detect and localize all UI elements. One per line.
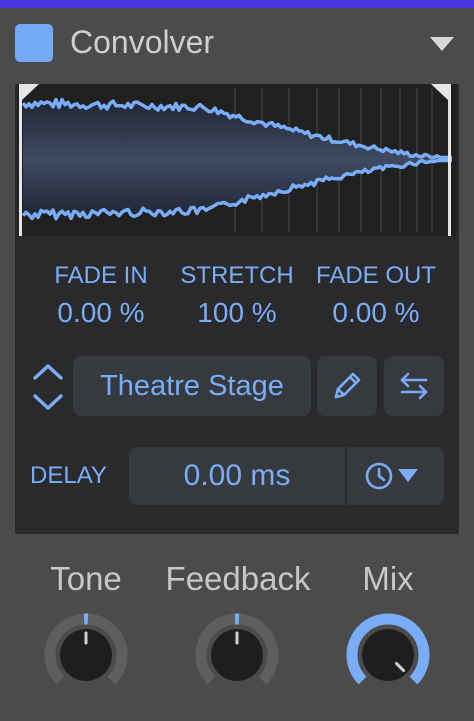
top-accent-bar — [0, 0, 474, 8]
edit-preset-button[interactable] — [317, 356, 377, 416]
stretch-control[interactable]: STRETCH 100 % — [173, 262, 301, 330]
tone-knob[interactable] — [43, 612, 129, 698]
mix-knob[interactable] — [345, 612, 431, 698]
stretch-value[interactable]: 100 % — [173, 296, 301, 330]
mix-label: Mix — [362, 560, 414, 597]
fade-in-label: FADE IN — [54, 262, 148, 289]
fade-in-value[interactable]: 0.00 % — [37, 296, 165, 330]
swap-button[interactable] — [384, 356, 444, 416]
fade-in-control[interactable]: FADE IN 0.00 % — [37, 262, 165, 330]
dropdown-triangle-icon — [398, 469, 418, 482]
clock-icon — [365, 462, 418, 490]
impulse-waveform[interactable] — [17, 84, 457, 236]
feedback-label: Feedback — [165, 560, 311, 597]
delay-label: DELAY — [30, 462, 107, 489]
feedback-knob[interactable] — [194, 612, 280, 698]
device-header: Convolver — [0, 8, 474, 78]
swap-arrows-icon — [400, 372, 428, 400]
fade-out-marker[interactable] — [448, 84, 451, 236]
device-title: Convolver — [70, 24, 215, 60]
delay-value-field[interactable]: 0.00 ms — [129, 447, 345, 505]
tone-label: Tone — [50, 560, 122, 597]
fade-out-control[interactable]: FADE OUT 0.00 % — [310, 262, 442, 330]
fade-out-label: FADE OUT — [315, 262, 436, 289]
up-down-chevron-icon[interactable] — [28, 360, 68, 414]
preset-selector-button[interactable]: Theatre Stage — [73, 356, 311, 416]
delay-sync-dropdown[interactable] — [347, 447, 444, 505]
pencil-icon — [334, 372, 361, 399]
fade-out-value[interactable]: 0.00 % — [310, 296, 442, 330]
fade-in-marker[interactable] — [19, 84, 22, 236]
triangle-down-icon[interactable] — [428, 34, 456, 54]
stretch-label: STRETCH — [180, 262, 294, 289]
device-color-swatch[interactable] — [15, 24, 53, 62]
